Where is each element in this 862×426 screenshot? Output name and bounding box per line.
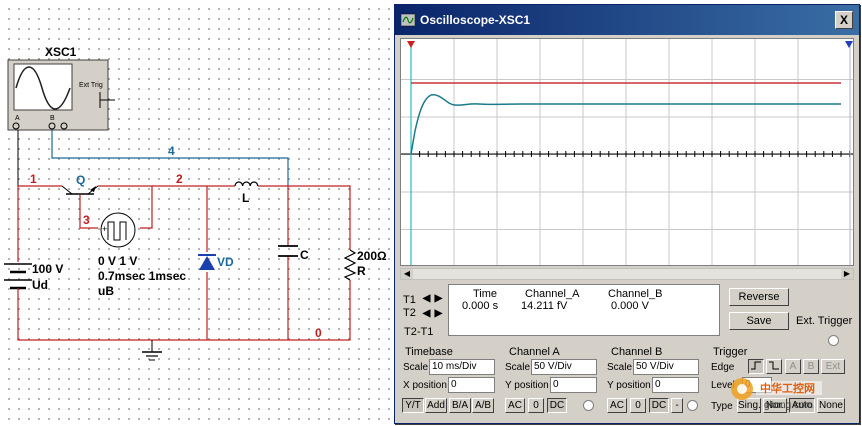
capacitor-symbol[interactable] [278, 245, 298, 257]
trigger-title: Trigger [713, 346, 748, 358]
scope-screen[interactable] [400, 38, 854, 266]
inductor-label: L [242, 191, 249, 205]
t1-label: T1 [403, 294, 416, 306]
resistor-symbol[interactable] [343, 249, 357, 281]
t2-t1-label: T2-T1 [404, 326, 434, 338]
net-label-2: 2 [176, 172, 183, 186]
channel-b-minus-button[interactable]: - [671, 398, 683, 413]
title-bar[interactable]: Oscilloscope-XSC1 X [395, 5, 859, 35]
ext-trigger-label: Ext. Trigger [796, 315, 853, 327]
ab-button[interactable]: A/B [472, 398, 494, 413]
yt-button[interactable]: Y/T [402, 398, 424, 413]
t2-right-arrow[interactable]: ▶ [433, 309, 444, 320]
header-time: Time [473, 288, 498, 300]
channel-b-scale-label: Scale [607, 362, 633, 373]
channel-b-ac-button[interactable]: AC [607, 398, 627, 413]
timebase-title: Timebase [405, 346, 453, 358]
readout-panel: Time Channel_A Channel_B 0.000 s 14.211 … [448, 284, 720, 336]
pulse-params-line2: 0.7msec 1msec [98, 269, 186, 283]
channel-b-ypos-label: Y position [607, 380, 651, 391]
horizontal-scrollbar[interactable]: ◀ ▶ [400, 268, 854, 280]
transistor-label: Q [76, 173, 85, 187]
watermark-line1: 中华工控网 [760, 381, 815, 395]
watermark-line2: gkong.com [764, 400, 813, 411]
reverse-button[interactable]: Reverse [729, 288, 789, 306]
timebase-scale-label: Scale [403, 362, 429, 373]
net-label-3: 3 [83, 213, 90, 227]
header-channel-a: Channel_A [525, 288, 580, 300]
ext-trigger-terminal-icon[interactable] [828, 335, 839, 346]
oscilloscope-icon [401, 13, 415, 27]
add-button[interactable]: Add [425, 398, 447, 413]
svg-text:+: + [102, 224, 107, 234]
net-label-1: 1 [30, 172, 37, 186]
dc-source-label: Ud [32, 278, 48, 292]
channel-b-terminal-icon[interactable] [687, 400, 698, 411]
channel-a-ypos-input[interactable]: 0 [550, 377, 597, 393]
close-button[interactable]: X [835, 11, 853, 29]
transistor-symbol[interactable]: Q [61, 173, 99, 195]
value-channel-b: 0.000 V [611, 300, 649, 312]
scroll-right-arrow[interactable]: ▶ [841, 269, 853, 279]
watermark-logo: 中华工控网 gkong.com [731, 378, 822, 411]
t2-label: T2 [403, 307, 416, 319]
diode-symbol[interactable] [198, 254, 216, 270]
oscilloscope-window[interactable]: Oscilloscope-XSC1 X ◀ ▶ T1 ◀ ▶ T2 ◀ ▶ T2… [394, 4, 860, 424]
header-channel-b: Channel_B [608, 288, 663, 300]
net-label-4: 4 [168, 144, 175, 158]
ground-symbol[interactable] [142, 340, 162, 361]
instrument-name: XSC1 [45, 45, 77, 59]
ba-button[interactable]: B/A [449, 398, 471, 413]
channel-b-scale-input[interactable]: 50 V/Div [633, 359, 699, 375]
scroll-left-arrow[interactable]: ◀ [401, 269, 413, 279]
value-channel-a: 14.211 fV [521, 300, 568, 312]
port-b-label: B [50, 115, 55, 122]
timebase-xpos-label: X position [403, 380, 447, 391]
channel-b-dc-button[interactable]: DC [649, 398, 669, 413]
window-title: Oscilloscope-XSC1 [420, 13, 531, 27]
cursor-2-marker[interactable] [845, 41, 853, 48]
resistor-label: R [357, 264, 366, 278]
t2-left-arrow[interactable]: ◀ [421, 309, 432, 320]
ext-trig-label: Ext Trig [79, 82, 103, 89]
t1-left-arrow[interactable]: ◀ [421, 294, 432, 305]
save-button[interactable]: Save [729, 312, 789, 330]
channel-a-dc-button[interactable]: DC [547, 398, 567, 413]
pulse-params-line1: 0 V 1 V [98, 254, 137, 268]
channel-b-ypos-input[interactable]: 0 [652, 377, 699, 393]
pulse-source-label: uB [98, 284, 114, 298]
port-a-label: A [15, 115, 20, 122]
channel-a-zero-button[interactable]: 0 [528, 398, 544, 413]
t1-right-arrow[interactable]: ▶ [433, 294, 444, 305]
channel-a-scale-input[interactable]: 50 V/Div [531, 359, 597, 375]
cursor-readout: T1 ◀ ▶ T2 ◀ ▶ T2-T1 Time Channel_A Chann… [400, 284, 720, 338]
value-time: 0.000 s [462, 300, 499, 312]
net-label-0: 0 [315, 326, 322, 340]
dc-source-symbol[interactable] [4, 263, 32, 305]
timebase-xpos-input[interactable]: 0 [448, 377, 495, 393]
dc-source-value: 100 V [32, 262, 63, 276]
channel-a-ac-button[interactable]: AC [505, 398, 525, 413]
diode-label: VD [217, 255, 234, 269]
channel-a-ypos-label: Y position [505, 380, 549, 391]
channel-a-title: Channel A [509, 346, 560, 358]
oscilloscope-instrument[interactable]: XSC1 Ext Trig A B [7, 45, 115, 131]
capacitor-label: C [300, 248, 309, 262]
inductor-symbol[interactable] [234, 181, 259, 187]
channel-b-title: Channel B [611, 346, 663, 358]
pulse-source-symbol[interactable]: + [100, 212, 136, 248]
channel-a-terminal-icon[interactable] [583, 400, 594, 411]
scope-grid [401, 39, 853, 265]
resistor-value: 200Ω [357, 249, 387, 263]
timebase-scale-input[interactable]: 10 ms/Div [429, 359, 495, 375]
circuit-schematic: XSC1 Ext Trig A B 4 1 2 3 0 Q + 0 V 1 V … [4, 45, 387, 361]
channel-b-zero-button[interactable]: 0 [630, 398, 646, 413]
cursor-1-marker[interactable] [407, 41, 415, 48]
channel-a-scale-label: Scale [505, 362, 531, 373]
